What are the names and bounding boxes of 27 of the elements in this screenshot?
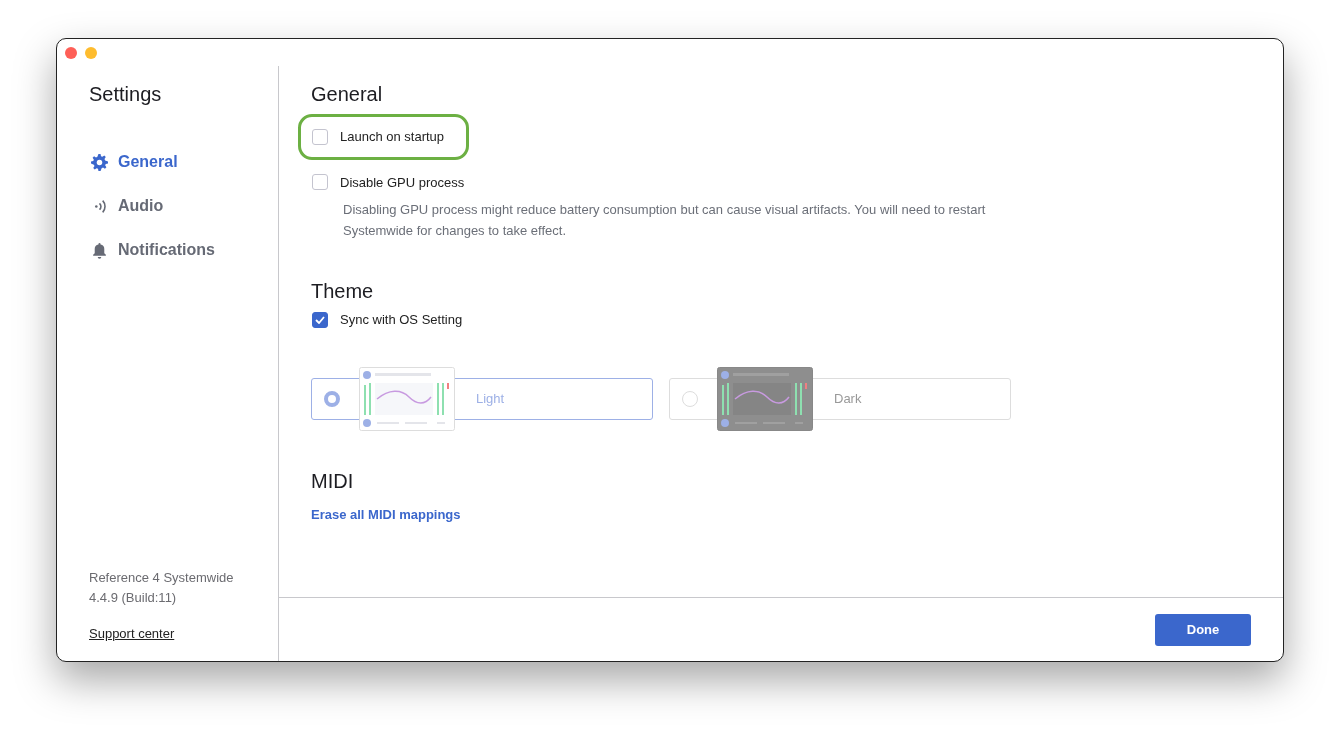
sidebar-item[interactable]: Audio <box>89 184 164 228</box>
version-text: 4.4.9 (Build:11) <box>89 588 178 607</box>
theme-label: Light <box>476 389 505 408</box>
checkbox[interactable] <box>312 311 328 328</box>
checkbox-label: Sync with OS Setting <box>340 311 463 329</box>
sidebar-item[interactable]: General <box>89 140 178 184</box>
minimize-button[interactable] <box>85 46 97 59</box>
bell-icon <box>91 241 108 259</box>
checkbox-label: Disable GPU process <box>340 173 465 192</box>
checkbox[interactable] <box>312 174 328 191</box>
theme-label: Dark <box>834 389 862 408</box>
section-heading: General <box>311 82 384 106</box>
section-heading: Theme <box>311 279 375 303</box>
support-link[interactable]: Support center <box>89 623 175 643</box>
checkbox[interactable] <box>312 128 328 145</box>
app-name: Reference 4 Systemwide <box>89 568 235 587</box>
close-button[interactable] <box>65 46 77 59</box>
description-text: Disabling GPU process might reduce battery consumption but can cause visual artifacts. You will need to restart Systemwide for changes to take effect. <box>343 201 987 240</box>
sidebar-item[interactable]: Notifications <box>89 228 215 272</box>
checkmark-icon <box>315 315 325 324</box>
done-button[interactable]: Done <box>1155 613 1251 646</box>
settings-icon <box>91 153 108 171</box>
sidebar-title: Settings <box>89 82 163 106</box>
section-heading: MIDI <box>311 468 355 493</box>
radio-button[interactable] <box>324 390 340 407</box>
erase-link[interactable]: Erase all MIDI mappings <box>311 504 461 524</box>
checkbox-label: Launch on startup <box>340 128 445 146</box>
